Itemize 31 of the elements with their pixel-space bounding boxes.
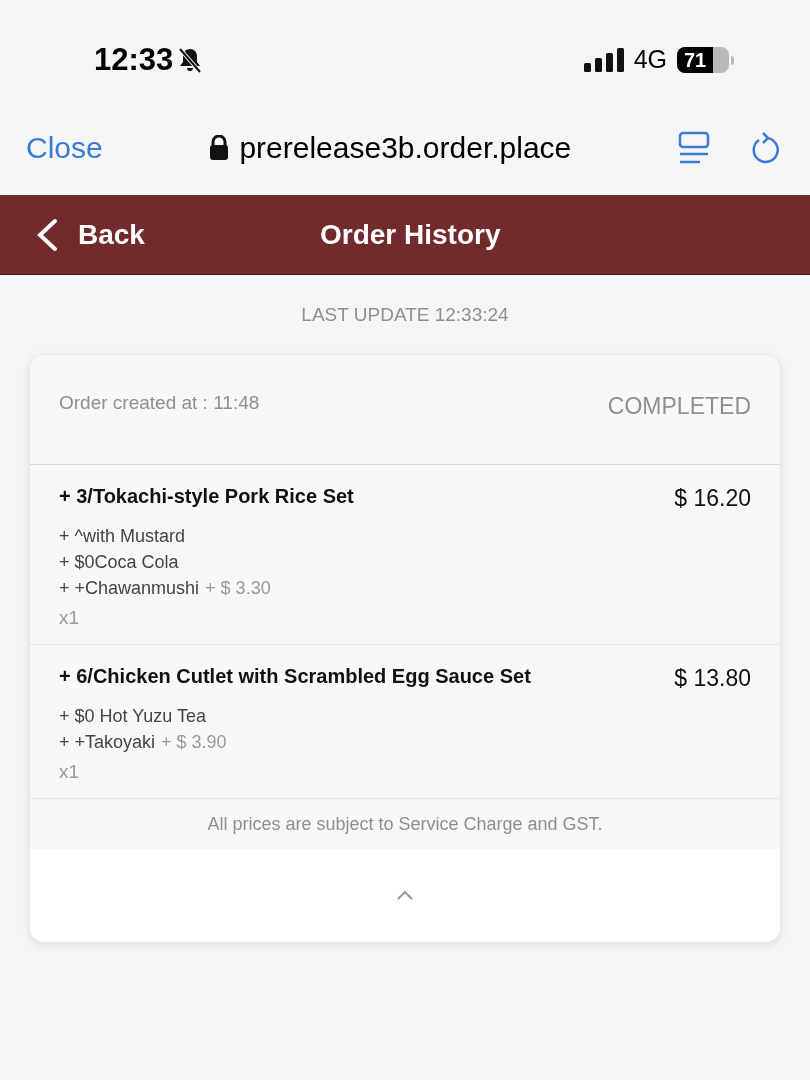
clock-time: 12:33 (94, 40, 174, 79)
reader-icon[interactable] (678, 130, 710, 165)
addon-text: + ^with Mustard (59, 525, 185, 548)
item-price: $ 16.20 (674, 484, 751, 513)
addon-price: + $ 3.90 (161, 731, 227, 754)
chevron-left-icon (36, 217, 58, 252)
lock-icon (209, 135, 230, 160)
bell-muted-icon (177, 46, 204, 74)
reload-icon[interactable] (750, 130, 780, 165)
item-name: + 3/Tokachi-style Pork Rice Set (59, 484, 354, 509)
item-price: $ 13.80 (674, 664, 751, 693)
pricing-note: All prices are subject to Service Charge and GST. (207, 812, 603, 836)
battery-percent: 71 (683, 48, 707, 73)
addon-price: + $ 3.30 (205, 577, 271, 600)
addon-text: + $0 Hot Yuzu Tea (59, 705, 206, 728)
page-title: Order History (320, 217, 501, 252)
signal-icon (583, 48, 624, 72)
order-created-text: Order created at : 11:48 (59, 391, 260, 415)
addon-text: + +Chawanmushi (59, 577, 200, 600)
item-name: + 6/Chicken Cutlet with Scrambled Egg Sauce Set (59, 664, 531, 689)
item-quantity: x1 (59, 759, 81, 784)
addon-text: + +Takoyaki (59, 731, 156, 754)
url-text[interactable]: prerelease3b.order.place (239, 125, 572, 170)
back-button[interactable]: Back (0, 213, 145, 256)
item-quantity: x1 (59, 605, 81, 630)
addon-text: + $0Coca Cola (59, 551, 179, 574)
chevron-up-icon[interactable] (396, 890, 414, 901)
network-label: 4G (633, 44, 667, 76)
close-button[interactable]: Close (26, 125, 103, 170)
last-update-text: LAST UPDATE 12:33:24 (301, 302, 509, 327)
order-status: COMPLETED (607, 392, 751, 421)
